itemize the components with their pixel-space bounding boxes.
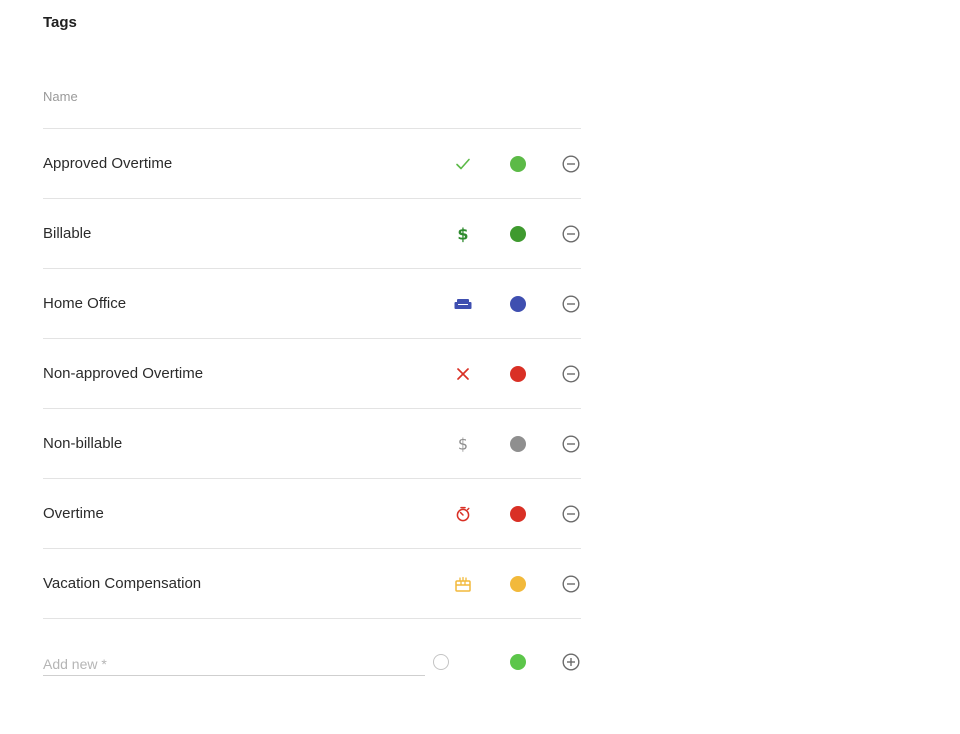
add-tag-row [43,618,581,699]
gift-icon [451,549,475,618]
remove-tag-button[interactable] [559,269,583,338]
remove-tag-button[interactable] [559,549,583,618]
tag-name: Overtime [43,505,104,522]
table-row: Vacation Compensation [43,548,581,618]
table-row: Home Office [43,268,581,338]
tag-name: Billable [43,225,92,242]
check-icon [451,129,475,198]
tag-name: Home Office [43,295,127,312]
stopwatch-icon [451,479,475,548]
add-new-input[interactable] [43,653,425,676]
add-tag-button[interactable] [559,627,583,696]
remove-tag-button[interactable] [559,199,583,268]
table-row: Billable $ [43,198,581,268]
tag-color-dot[interactable] [506,269,530,338]
page-title: Tags [43,14,77,31]
plus-circle-icon [562,652,580,671]
remove-tag-button[interactable] [559,409,583,478]
minus-circle-icon [562,224,580,243]
tag-color-dot[interactable] [506,129,530,198]
remove-tag-button[interactable] [559,339,583,408]
tag-name: Approved Overtime [43,155,173,172]
table-row: Non-billable $ [43,408,581,478]
minus-circle-icon [562,294,580,313]
tag-color-dot[interactable] [506,199,530,268]
sofa-icon [451,269,475,338]
name-column-header: Name [43,89,78,104]
tag-name: Vacation Compensation [43,575,202,592]
remove-tag-button[interactable] [559,129,583,198]
svg-text:$: $ [457,225,468,243]
dollar-icon: $ [451,409,475,478]
tag-color-dot[interactable] [506,479,530,548]
minus-circle-icon [562,434,580,453]
empty-circle-icon [433,653,449,670]
table-row: Non-approved Overtime [43,338,581,408]
tag-name: Non-billable [43,435,123,452]
icon-picker-button[interactable] [429,627,453,696]
tag-color-dot[interactable] [506,339,530,408]
dollar-icon: $ [451,199,475,268]
tag-color-dot[interactable] [506,409,530,478]
minus-circle-icon [562,574,580,593]
svg-text:$: $ [458,435,468,453]
color-picker-button[interactable] [506,627,530,696]
remove-tag-button[interactable] [559,479,583,548]
cross-icon [451,339,475,408]
tags-table: Approved Overtime Billable $ Home Office… [43,128,581,699]
tag-name: Non-approved Overtime [43,365,204,382]
minus-circle-icon [562,154,580,173]
table-row: Approved Overtime [43,128,581,198]
table-row: Overtime [43,478,581,548]
minus-circle-icon [562,504,580,523]
minus-circle-icon [562,364,580,383]
tag-color-dot[interactable] [506,549,530,618]
